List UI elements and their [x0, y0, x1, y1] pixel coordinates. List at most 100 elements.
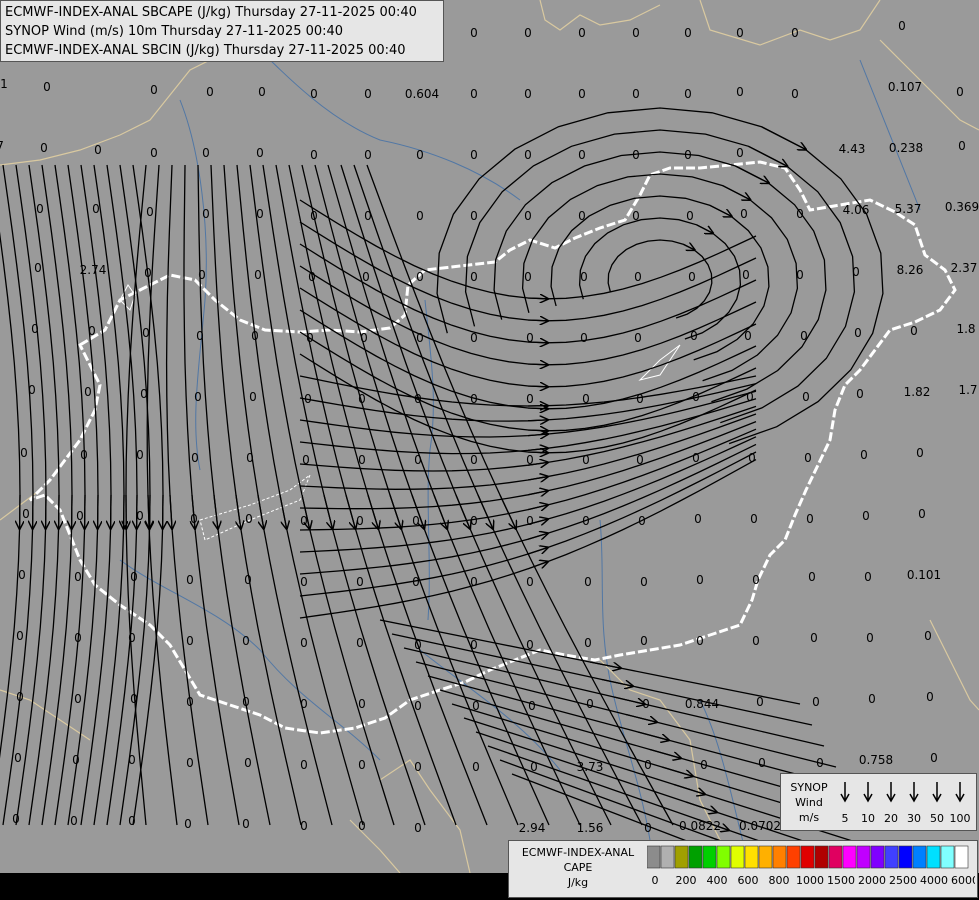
title-sbcin: ECMWF-INDEX-ANAL SBCIN (J/kg) Thursday 2… [5, 43, 406, 58]
cape-value-label: 0 [34, 261, 42, 275]
cape-value-label: 0 [242, 695, 250, 709]
cape-value-label: 0 [470, 575, 478, 589]
cape-value-label: 0 [930, 751, 938, 765]
map-canvas[interactable]: 0000000010000000.60400000000.10707000000… [0, 0, 979, 873]
cape-value-label: 0 [43, 80, 51, 94]
cape-value-label: 0.0822 [679, 819, 721, 833]
cape-value-label: 0 [251, 329, 259, 343]
cape-value-label: 0 [358, 697, 366, 711]
cape-value-label: 0 [864, 570, 872, 584]
streamline [262, 164, 426, 826]
cape-value-label: 0 [644, 758, 652, 772]
cape-value-label: 4.06 [843, 203, 870, 217]
cape-value-label: 0 [16, 690, 24, 704]
cape-value-label: 0 [470, 638, 478, 652]
cape-value-label: 0 [692, 390, 700, 404]
streamline-arrow [649, 748, 680, 759]
cape-value-label: 0 [186, 756, 194, 770]
streamline-arrow [170, 494, 172, 528]
cape-value-label: 0 [472, 699, 480, 713]
cape-value-label: 0 [88, 324, 96, 338]
cape-value-label: 0 [412, 575, 420, 589]
cape-value-label: 0 [470, 453, 478, 467]
cape-value-label: 0.238 [889, 141, 923, 155]
cape-value-label: 0 [302, 453, 310, 467]
cape-value-label: 0 [22, 507, 30, 521]
cape-value-label: 0 [642, 697, 650, 711]
wind-key-speed-label: 100 [950, 812, 971, 825]
cape-value-label: 0 [526, 575, 534, 589]
streamline [366, 164, 674, 826]
cape-value-label: 0 [306, 331, 314, 345]
cape-value-label: 0 [146, 205, 154, 219]
cape-value-label: 0 [300, 514, 308, 528]
cape-value-label: 0 [358, 453, 366, 467]
cape-value-label: 0 [150, 146, 158, 160]
cape-value-label: 0 [184, 817, 192, 831]
title-synop-wind: SYNOP Wind (m/s) 10m Thursday 27-11-2025… [5, 24, 344, 39]
cape-value-label: 0 [740, 207, 748, 221]
cape-value-label: 0 [186, 573, 194, 587]
cape-value-label: 0 [582, 392, 590, 406]
cape-value-label: 0 [470, 514, 478, 528]
streamline-arrow [148, 494, 149, 528]
streamline [436, 107, 884, 445]
streamline [299, 243, 757, 344]
cape-value-label: 0 [470, 392, 478, 406]
streamline-arrow [527, 430, 547, 431]
cape-value-label: 0 [206, 85, 214, 99]
streamline [314, 164, 550, 826]
cape-color-swatch [870, 845, 885, 869]
cape-value-label: 0 [856, 387, 864, 401]
cape-value-label: 0 [524, 209, 532, 223]
streamline-arrow [527, 386, 547, 387]
wind-key-speed-label: 5 [842, 812, 849, 825]
cape-value-label: 5.37 [895, 202, 922, 216]
cape-value-label: 0 [632, 87, 640, 101]
cape-value-label: 0 [191, 451, 199, 465]
streamline-arrow [527, 298, 547, 299]
cape-value-label: 0 [744, 329, 752, 343]
cape-value-label: 0 [796, 268, 804, 282]
streamline-arrow [685, 801, 716, 812]
cape-value-label: 0 [358, 392, 366, 406]
cape-value-label: 0 [526, 453, 534, 467]
cape-value-label: 0 [862, 509, 870, 523]
cape-value-label: 0 [310, 148, 318, 162]
cape-color-swatch [912, 845, 927, 869]
streamline-arrow [683, 244, 694, 249]
cape-value-label: 0 [74, 631, 82, 645]
cape-value-label: 0 [196, 329, 204, 343]
cape-value-label: 0 [644, 821, 652, 835]
cape-value-label: 0 [256, 146, 264, 160]
cape-value-label: 2.74 [80, 263, 107, 277]
streamline [125, 164, 147, 826]
cape-colorbar: 0 200 400 600 800 100015002000250040006000 [647, 845, 975, 887]
cape-value-label: 0 [800, 329, 808, 343]
lake-outline [199, 473, 312, 541]
cape-value-label: 0 [804, 451, 812, 465]
streamline-arrow [499, 494, 516, 528]
streamline-arrow [527, 548, 547, 555]
cape-value-label: 0 [470, 331, 478, 345]
cape-value-label: 0 [584, 636, 592, 650]
cape-color-swatch [702, 845, 717, 869]
streamline-arrow [323, 494, 332, 528]
streamline-arrow [455, 494, 470, 528]
streamline-arrow [527, 562, 547, 570]
streamline-arrow [527, 320, 547, 321]
cape-value-label: 0 [244, 573, 252, 587]
streamline [197, 164, 271, 826]
cape-value-label: 0 [84, 385, 92, 399]
streamline-arrow [673, 783, 704, 795]
cape-value-label: 0 [310, 209, 318, 223]
cape-color-swatch [828, 845, 843, 869]
streamline-arrow [661, 766, 692, 776]
cape-value-label: 0 [584, 575, 592, 589]
cape-value-label: 0 [194, 390, 202, 404]
cape-value-label: 0 [36, 202, 44, 216]
river-line [424, 299, 434, 621]
cape-value-label: 0 [686, 209, 694, 223]
cape-value-label: 0 [472, 760, 480, 774]
cape-value-label: 0 [586, 697, 594, 711]
